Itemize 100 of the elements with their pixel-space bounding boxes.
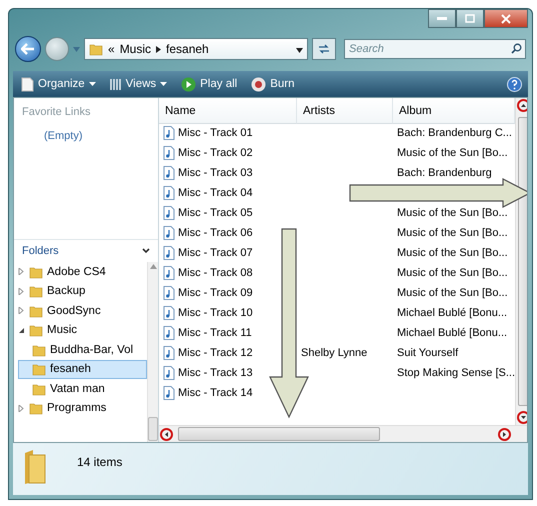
minimize-button[interactable]	[428, 9, 456, 28]
table-cell[interactable]: Misc - Track 12	[159, 343, 253, 363]
close-button[interactable]	[484, 9, 528, 28]
collapsed-arrow-icon[interactable]	[18, 307, 25, 314]
table-cell[interactable]: Misc - Track 01	[159, 123, 253, 143]
chevron-down-icon[interactable]	[142, 248, 150, 254]
music-file-icon	[163, 186, 175, 200]
expanded-arrow-icon[interactable]	[18, 326, 25, 334]
table-cell[interactable]: Misc - Track 07	[159, 243, 253, 263]
scroll-left-arrow-icon	[165, 432, 168, 436]
column-header[interactable]: Artists	[297, 98, 393, 124]
minimize-icon	[437, 16, 447, 20]
back-button[interactable]	[15, 36, 41, 62]
scroll-up-button[interactable]	[517, 99, 527, 112]
breadcrumb[interactable]: fesaneh	[166, 42, 209, 56]
disc-icon	[251, 76, 266, 92]
folder-icon	[32, 382, 46, 396]
empty-label: (Empty)	[44, 130, 84, 142]
scroll-up-arrow-icon	[521, 104, 526, 107]
music-file-icon	[163, 126, 175, 140]
scroll-right-arrow-icon	[503, 432, 506, 436]
folder-tree-item[interactable]: Music	[18, 320, 147, 340]
music-file-icon	[163, 306, 175, 320]
table-cell[interactable]: Misc - Track 13	[159, 363, 253, 383]
search-field[interactable]: Search	[344, 39, 526, 59]
dropdown-caret-icon	[160, 82, 168, 86]
table-cell-text: Stop Making Sense [S...	[396, 366, 516, 381]
music-file-icon	[163, 206, 175, 220]
section-heading: Favorite Links	[22, 106, 92, 118]
overflow-chevron[interactable]: «	[108, 42, 115, 56]
collapsed-arrow-icon[interactable]	[18, 404, 25, 412]
toolbar-button[interactable]: Play all	[179, 74, 240, 94]
maximize-button[interactable]	[456, 9, 484, 28]
table-cell[interactable]: Misc - Track 02	[159, 143, 253, 163]
folder-tree-item[interactable]: Programms	[18, 398, 147, 418]
music-file-icon	[163, 266, 175, 280]
close-icon	[501, 14, 511, 24]
table-cell-text: Suit Yourself	[396, 346, 458, 361]
dropdown-caret-icon	[88, 82, 96, 86]
item-count: 14 items	[77, 455, 122, 469]
refresh-button[interactable]	[312, 38, 336, 60]
help-icon[interactable]	[507, 76, 522, 92]
scroll-down-arrow-icon	[521, 416, 526, 419]
table-cell-text: Music of the Sun [Bo...	[396, 226, 508, 241]
breadcrumb[interactable]: Music	[120, 42, 152, 56]
folder-icon	[29, 284, 43, 298]
table-cell-text: Music of the Sun [Bo...	[396, 206, 508, 221]
scroll-left-button[interactable]	[160, 428, 173, 440]
address-bar[interactable]: « Music fesaneh	[84, 38, 308, 60]
scroll-right-button[interactable]	[498, 428, 511, 440]
table-cell[interactable]: Misc - Track 06	[159, 223, 253, 243]
table-cell-text: Music of the Sun [Bo...	[396, 286, 508, 301]
collapsed-arrow-icon[interactable]	[18, 268, 25, 276]
table-cell[interactable]: Misc - Track 03	[159, 163, 253, 183]
folder-icon	[29, 264, 43, 279]
toolbar-button[interactable]: Organize	[19, 74, 98, 94]
table-cell[interactable]: Misc - Track 11	[159, 323, 252, 343]
music-file-icon	[163, 226, 175, 240]
table-cell[interactable]: Misc - Track 09	[159, 283, 253, 303]
music-file-icon	[163, 286, 175, 300]
table-cell-text: Michael Bublé [Bonu...	[396, 326, 508, 341]
table-cell-text: Michael Bublé [Bonu...	[396, 306, 508, 321]
collapsed-arrow-icon[interactable]	[18, 288, 25, 295]
folder-icon	[29, 304, 43, 318]
column-header[interactable]: Name	[159, 98, 297, 124]
music-file-icon	[163, 366, 175, 380]
table-cell[interactable]: Misc - Track 08	[159, 263, 253, 283]
section-heading[interactable]: Folders	[22, 245, 59, 257]
table-cell[interactable]: Misc - Track 04	[159, 183, 253, 203]
scrollbar-thumb[interactable]	[518, 117, 527, 406]
table-cell[interactable]: Misc - Track 10	[159, 303, 253, 323]
column-header[interactable]: Album	[393, 98, 516, 124]
scrollbar-thumb[interactable]	[178, 427, 380, 441]
table-cell[interactable]: Misc - Track 05	[159, 203, 253, 223]
folder-tree-item[interactable]: Vatan man	[18, 379, 147, 398]
folder-tree-item[interactable]: Adobe CS4	[18, 262, 147, 282]
scrollbar-thumb[interactable]	[148, 417, 158, 441]
table-cell-text: Bach: Brandenburg	[396, 166, 492, 181]
maximize-icon	[465, 14, 475, 23]
folder-icon	[32, 362, 46, 376]
document-icon	[21, 76, 34, 92]
search-icon[interactable]	[511, 43, 522, 54]
folder-icon	[23, 449, 47, 485]
music-file-icon	[163, 166, 175, 180]
music-file-icon	[163, 346, 175, 360]
folder-tree-item[interactable]: Buddha-Bar, Vol	[18, 340, 147, 360]
folder-icon	[89, 42, 103, 56]
table-cell-text: Shelby Lynne	[300, 346, 368, 361]
toolbar-button[interactable]: Burn	[249, 74, 297, 94]
folder-tree-item[interactable]: fesaneh	[18, 360, 147, 379]
toolbar-button[interactable]: Views	[108, 76, 170, 92]
folder-tree-item[interactable]: GoodSync	[18, 301, 147, 320]
table-cell[interactable]: Misc - Track 14	[159, 383, 253, 403]
table-cell-text: Music of the Sun [Bo...	[396, 266, 508, 281]
folder-tree-item[interactable]: Backup	[18, 282, 147, 301]
refresh-icon	[318, 44, 330, 54]
folder-icon	[29, 401, 43, 416]
table-cell-text: Music of the Sun [Bo...	[396, 146, 508, 161]
music-file-icon	[163, 326, 175, 340]
folder-icon	[32, 342, 46, 357]
